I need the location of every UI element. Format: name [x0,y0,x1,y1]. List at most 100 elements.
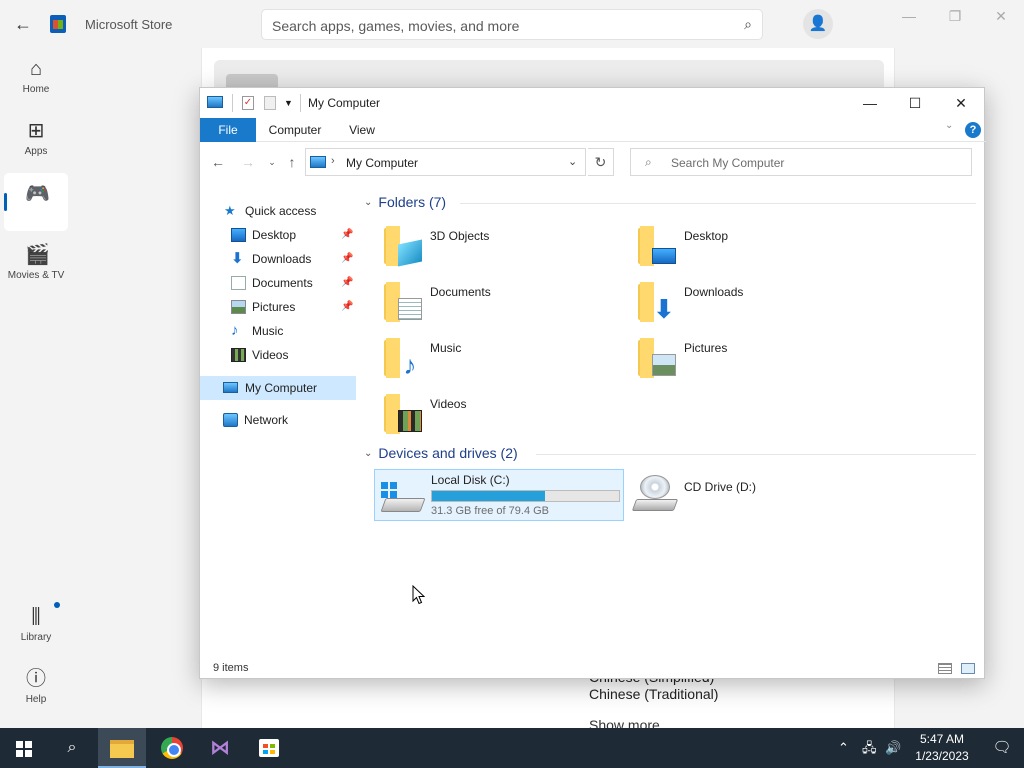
nav-label: Downloads [252,252,312,266]
divider [232,94,233,112]
windows-logo-icon [381,482,397,498]
start-button[interactable] [0,728,48,768]
taskbar-store[interactable] [245,728,293,768]
nav-documents[interactable]: Documents 📌 [231,271,355,295]
search-icon[interactable]: ⌕ [744,16,752,33]
taskbar-chrome[interactable] [148,728,196,768]
forward-arrow-icon[interactable]: → [238,152,258,172]
nav-my-computer[interactable]: My Computer [200,376,356,400]
tab-file[interactable]: File [200,118,256,142]
nav-videos[interactable]: Videos [231,343,355,367]
folder-name: Pictures [684,341,728,355]
pin-icon[interactable]: 📌 [341,247,353,271]
folder-item[interactable]: Videos [384,392,624,446]
properties-icon[interactable]: ✓ [242,96,254,110]
language-item: Chinese (Traditional) [589,686,719,702]
folder-item[interactable]: ♪ Music [384,336,624,390]
notifications-icon[interactable]: 🗨 [980,728,1024,768]
taskbar-file-explorer[interactable] [98,728,146,768]
close-icon[interactable]: ✕ [989,8,1013,26]
nav-music[interactable]: ♪ Music [231,319,355,343]
devices-group-header[interactable]: ⌄ Devices and drives (2) [364,445,518,465]
collapse-chevron-icon[interactable]: ⌄ [364,448,372,459]
address-dropdown-chevron-icon[interactable]: ⌄ [568,155,577,168]
search-icon: ⌕ [645,155,652,169]
folder-icon: ⬇ [638,282,678,322]
tab-computer[interactable]: Computer [262,118,328,142]
folder-icon [384,226,424,267]
nav-gaming[interactable]: 🎮 [4,173,68,231]
show-hidden-icons-chevron-icon[interactable]: ⌃ [838,738,849,758]
minimize-icon[interactable]: — [897,8,921,26]
nav-movies-tv[interactable]: 🎬 Movies & TV [4,234,68,292]
new-folder-icon[interactable] [264,96,276,110]
store-search-input[interactable]: Search apps, games, movies, and more ⌕ [261,9,763,40]
folder-item[interactable]: Documents [384,280,624,334]
desktop-icon [652,248,676,264]
nav-downloads[interactable]: ⬇ Downloads 📌 [231,247,355,271]
nav-pictures[interactable]: Pictures 📌 [231,295,355,319]
back-arrow-icon[interactable]: ← [208,152,228,172]
clock[interactable]: 5:47 AM 1/23/2023 [904,731,980,765]
address-path[interactable]: My Computer [346,156,418,170]
nav-apps-label: Apps [24,146,48,157]
file-explorer-window: ✓ ▼ My Computer — ☐ ✕ File Computer View… [199,87,986,679]
home-icon: ⌂ [29,58,43,80]
drive-item-local-disk[interactable]: Local Disk (C:) 31.3 GB free of 79.4 GB [374,469,624,521]
nav-apps[interactable]: ⊞ Apps [4,110,68,168]
maximize-button[interactable]: ☐ [892,88,938,118]
pin-icon[interactable]: 📌 [341,223,353,247]
network-icon [223,413,238,427]
up-arrow-icon[interactable]: ↑ [282,152,302,172]
taskbar-search-button[interactable]: ⌕ [48,728,96,768]
folder-item[interactable]: 3D Objects [384,224,624,278]
address-bar[interactable]: › My Computer ⌄ [305,148,586,176]
drive-item-cd[interactable]: CD Drive (D:) [628,469,828,521]
help-question-icon[interactable]: ? [965,122,981,138]
explorer-search-placeholder: Search My Computer [671,156,785,170]
folder-item[interactable]: Pictures [638,336,878,390]
nav-library-label: Library [20,632,52,643]
breadcrumb-chevron-icon[interactable]: › [331,155,335,167]
nav-label: My Computer [245,381,318,395]
music-note-icon: ♪ [403,350,417,380]
pin-icon[interactable]: 📌 [341,271,353,295]
back-arrow-icon[interactable]: ← [10,12,36,36]
folder-name: Downloads [684,285,744,299]
window-title: My Computer [308,96,381,110]
nav-network[interactable]: Network [223,408,353,432]
taskbar: ⌕ ⋈ ⌃ 🖧 🔊 5:47 AM 1/23/2023 🗨 [0,728,1024,768]
recent-locations-chevron-icon[interactable]: ⌄ [262,152,282,172]
pin-icon[interactable]: 📌 [341,295,353,319]
collapse-chevron-icon[interactable]: ⌄ [364,197,372,208]
nav-quick-access[interactable]: ★ Quick access [224,199,354,223]
profile-avatar-icon[interactable]: 👤 [803,9,833,39]
expand-ribbon-chevron-icon[interactable]: ⌄ [945,120,953,131]
star-icon: ★ [224,203,236,218]
explorer-search-input[interactable]: ⌕ Search My Computer [630,148,972,176]
minimize-button[interactable]: — [847,88,893,118]
nav-desktop[interactable]: Desktop 📌 [231,223,355,247]
folders-group-header[interactable]: ⌄ Folders (7) [364,194,446,214]
customize-toolbar-chevron-icon[interactable]: ▼ [284,95,293,111]
document-icon [231,276,246,290]
nav-help[interactable]: ⓘ Help [4,658,68,716]
restore-icon[interactable]: ❐ [943,8,967,26]
folder-item[interactable]: ⬇ Downloads [638,280,878,334]
nav-library[interactable]: ⫼ Library [4,596,68,654]
chrome-icon [161,737,183,759]
volume-icon[interactable]: 🔊 [885,738,901,758]
network-icon[interactable]: 🖧 [862,738,877,758]
large-icons-view-icon[interactable] [961,663,975,674]
apps-icon: ⊞ [27,120,45,142]
folder-item[interactable]: Desktop [638,224,878,278]
taskbar-visual-studio[interactable]: ⋈ [196,728,244,768]
refresh-icon[interactable]: ↻ [588,148,614,176]
tab-view[interactable]: View [340,118,384,142]
nav-label: Network [244,413,289,427]
details-view-icon[interactable] [938,663,952,674]
nav-home[interactable]: ⌂ Home [4,48,68,106]
close-button[interactable]: ✕ [938,88,984,118]
divider [300,94,301,112]
hard-drive-icon [380,482,426,514]
